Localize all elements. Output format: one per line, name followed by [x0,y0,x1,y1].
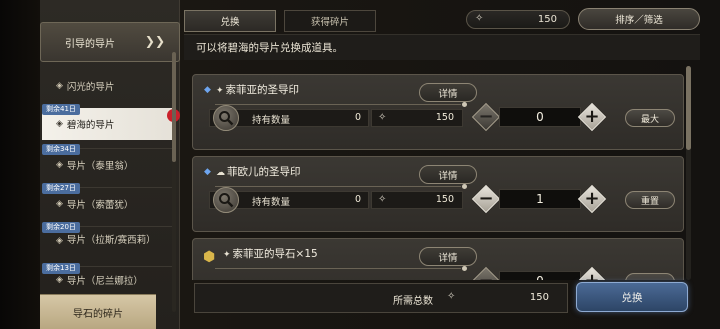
category-header-label: 引导的导片 [65,38,115,50]
exchange-confirm-button[interactable]: 兑换 [576,282,688,312]
item-title: ☁ 菲欧儿的圣导印 [216,164,301,179]
quantity-value: 1 [499,189,581,209]
remaining-days-badge: 剩余13日 [42,263,80,274]
magnify-icon[interactable] [213,187,239,213]
magnify-icon[interactable] [213,105,239,131]
remaining-days-badge: 剩余20日 [42,222,80,233]
item-list: ◆ ✦ 索菲亚的圣导印 详情 持有数量 0 ✧ 150 − 0 + 最大 ◆ ☁… [184,62,694,280]
item-title-text: 索菲亚的导石×15 [232,248,318,260]
detail-button[interactable]: 详情 [419,247,477,266]
category-guide-stone-fragments[interactable]: 导石的碎片 [40,294,156,329]
remaining-days-badge: 剩余34日 [42,144,80,155]
total-label: 所需总数 [393,296,433,307]
item-title-text: 索菲亚的圣导印 [225,84,300,96]
decrease-button[interactable]: − [471,266,501,280]
description-text: 可以将碧海的导片兑换成道具。 [184,34,700,60]
chevron-down-icon: ❯❯ [144,34,165,48]
diamond-star-icon: ✧ [378,194,387,205]
owned-value: 0 [354,194,361,205]
item-title: ✦ 索菲亚的导石×15 [223,246,318,261]
currency-display: ✧ 150 [466,10,570,29]
sidebar-item-label: 导片（尼兰娜拉） [66,275,143,287]
sidebar: 引导的导片 ❯❯ ◈ 闪光的导片 剩余41日 ◈ 碧海的导片 ! 剩余34日 ◈… [40,0,180,329]
sort-filter-button[interactable]: 排序／筛选 [578,8,700,30]
diamond-icon: ◈ [56,159,63,170]
category-footer-label: 导石的碎片 [73,308,123,320]
sidebar-scrollbar[interactable] [172,52,176,312]
sidebar-item-label: 闪光的导片 [66,82,115,93]
cost-value: 150 [435,112,454,123]
owned-label: 持有数量 [252,197,291,208]
minus-icon: − [478,106,494,127]
list-scrollbar[interactable] [686,66,691,280]
rune-icon: ✦ [216,86,224,96]
quantity-value: 0 [499,107,581,127]
item-card: ⬢ ✦索菲亚的导石×15 详情 − 0 + [192,238,684,280]
diamond-icon: ◈ [56,119,63,129]
diamond-star-icon: ✧ [447,291,456,302]
owned-label: 持有数量 [252,115,291,126]
item-title: ✦ 索菲亚的圣导印 [216,82,299,97]
reset-button[interactable]: 重置 [625,191,675,209]
cost-field: ✧ 150 [371,109,463,127]
tab-exchange[interactable]: 兑换 [184,10,276,32]
cloud-icon: ☁ [216,168,225,178]
quantity-stepper: − 0 + [471,263,611,280]
divider [215,102,467,107]
increase-button[interactable]: + [577,266,607,280]
guide-stone-icon: ⬢ [203,249,216,265]
minus-icon: − [478,188,494,209]
total-required-bar: 所需总数 ✧ 150 [194,283,568,313]
item-card: ◆ ☁ 菲欧儿的圣导印 详情 持有数量 0 ✧ 150 − 1 + 重置 [192,156,684,232]
plus-icon: + [584,106,600,127]
scrollbar-thumb[interactable] [172,52,176,162]
total-value: 150 [529,292,549,303]
sidebar-item-label: 导片（拉斯/赛西莉） [66,235,156,246]
quantity-value: 0 [499,271,581,280]
cost-field: ✧ 150 [371,191,463,209]
divider [215,184,467,189]
item-card: ◆ ✦ 索菲亚的圣导印 详情 持有数量 0 ✧ 150 − 0 + 最大 [192,74,684,150]
quantity-stepper: − 0 + [471,99,611,139]
plus-icon: + [577,266,607,280]
item-title-text: 菲欧儿的圣导印 [227,166,301,178]
minus-icon: − [471,266,501,280]
owned-value: 0 [354,112,361,123]
cost-value: 150 [435,194,454,205]
gem-icon: ◆ [204,167,211,177]
plus-icon: + [584,188,600,209]
side-button[interactable] [625,273,675,280]
detail-button[interactable]: 详情 [419,165,477,184]
sidebar-item-label: 导片（索蕾犹） [66,199,134,211]
diamond-star-icon: ✧ [378,112,387,123]
category-header-guiding-shards[interactable]: 引导的导片 ❯❯ [40,22,180,62]
scrollbar-thumb[interactable] [686,66,691,150]
diamond-icon: ◈ [56,274,63,285]
divider [215,266,467,271]
diamond-icon: ◈ [56,81,63,91]
diamond-icon: ◈ [56,236,63,246]
gem-icon: ◆ [204,85,211,95]
decrease-button[interactable]: − [471,184,501,214]
max-button[interactable]: 最大 [625,109,675,127]
remaining-days-badge: 剩余27日 [42,183,80,194]
sidebar-item-label: 导片（泰里翁） [66,160,134,172]
rune-icon: ✦ [223,250,231,260]
decrease-button[interactable]: − [471,102,501,132]
quantity-stepper: − 1 + [471,181,611,221]
increase-button[interactable]: + [577,184,607,214]
currency-amount: 150 [537,14,557,25]
tab-obtain-fragments[interactable]: 获得碎片 [284,10,376,32]
sidebar-item-label: 碧海的导片 [66,120,115,131]
diamond-icon: ◈ [56,198,63,209]
sidebar-item-flash-shard[interactable]: ◈ 闪光的导片 [42,70,176,102]
remaining-days-badge: 剩余41日 [42,104,80,115]
diamond-star-icon: ✧ [475,13,484,24]
increase-button[interactable]: + [577,102,607,132]
screen: 引导的导片 ❯❯ ◈ 闪光的导片 剩余41日 ◈ 碧海的导片 ! 剩余34日 ◈… [0,0,720,329]
detail-button[interactable]: 详情 [419,83,477,102]
